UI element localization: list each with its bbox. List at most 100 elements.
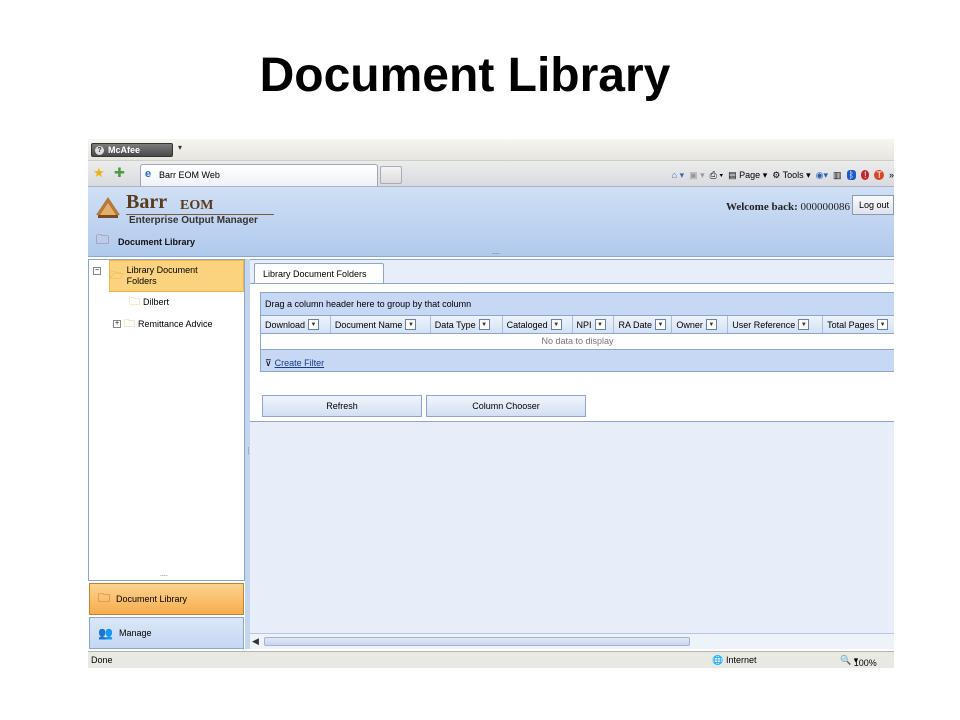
welcome-message: Welcome back: 000000086 (726, 201, 850, 213)
browser-tab[interactable]: e Barr EOM Web (140, 164, 378, 186)
column-chooser-button[interactable]: Column Chooser (426, 395, 586, 417)
welcome-prefix: Welcome back: (725, 201, 798, 213)
logo-subtitle: Enterprise Output Manager (129, 215, 258, 226)
page-menu-label: Page (739, 169, 761, 180)
tree-item-library-document-folders[interactable]: 🗁 Library Document Folders (109, 260, 244, 292)
nav-item-label: Document Library (116, 594, 188, 604)
home-icon[interactable]: ⌂ ▾ (672, 170, 684, 181)
column-header-ra-date[interactable]: RA Date ▼ (614, 316, 673, 333)
column-header-download[interactable]: Download ▼ (261, 316, 331, 333)
column-label: Document Name (334, 319, 403, 330)
folder-tree-panel: − 🗁 Library Document Folders 🗀 Dilbert +… (88, 259, 245, 581)
help-menu-icon[interactable]: ◉▾ (816, 170, 828, 181)
group-by-panel[interactable]: Drag a column header here to group by th… (261, 293, 894, 315)
filter-dropdown-icon[interactable]: ▼ (405, 319, 417, 330)
chevron-right-icon[interactable]: » (889, 170, 894, 180)
empty-grid-message: No data to display (541, 336, 614, 346)
tab-library-document-folders[interactable]: Library Document Folders (254, 263, 384, 283)
document-library-icon: 🗀 (96, 232, 110, 247)
page-menu[interactable]: ▤ Page ▾ (728, 170, 767, 181)
research-icon[interactable]: ▥ (833, 170, 842, 181)
users-icon: 👥 (98, 626, 113, 640)
column-label: Download (265, 319, 306, 330)
scrollbar-thumb[interactable] (264, 637, 690, 646)
column-header-owner[interactable]: Owner ▼ (672, 316, 729, 333)
column-label: Cataloged (506, 319, 548, 330)
expand-icon[interactable]: + (113, 320, 121, 328)
filter-dropdown-icon[interactable]: ▼ (550, 319, 562, 330)
status-text: Done (91, 655, 113, 665)
column-label: Data Type (434, 319, 476, 330)
nav-item-label: Manage (118, 628, 152, 638)
addon-toolbar: ? McAfee ▾ (88, 139, 894, 161)
new-tab-button[interactable] (380, 166, 402, 184)
tree-item-label: Dilbert (143, 297, 170, 307)
splitter-grip-bottom[interactable]: .... (160, 571, 168, 578)
column-header-cataloged[interactable]: Cataloged ▼ (503, 316, 573, 333)
mcafee-button[interactable]: ? McAfee (91, 143, 173, 157)
section-title: Document Library (118, 237, 196, 247)
tree-item-dilbert[interactable]: 🗀 Dilbert (129, 293, 169, 311)
nav-item-document-library[interactable]: 🗀 Document Library (89, 583, 244, 615)
column-label: NPI (576, 319, 592, 330)
addon-red-icon[interactable]: ! (860, 170, 870, 180)
security-zone-label: Internet (726, 655, 757, 665)
collapse-icon[interactable]: − (93, 267, 101, 275)
folder-icon: 🗀 (129, 295, 140, 308)
zoom-level: 100% (853, 658, 877, 668)
column-label: User Reference (732, 319, 796, 330)
main-panel: Library Document Folders Drag a column h… (250, 259, 894, 649)
tab-bar: ★ ✚ e Barr EOM Web ⌂ ▾ ▣ ▾ ⎙ ▾ ▤ Page ▾ … (88, 161, 894, 187)
refresh-button[interactable]: Refresh (262, 395, 422, 417)
filter-dropdown-icon[interactable]: ▼ (877, 319, 889, 330)
filter-dropdown-icon[interactable]: ▼ (705, 319, 717, 330)
filter-dropdown-icon[interactable]: ▼ (594, 319, 606, 330)
favorites-star-icon[interactable]: ★ (93, 165, 105, 181)
filter-dropdown-icon[interactable]: ▼ (478, 319, 490, 330)
tree-root-row[interactable]: − (93, 262, 101, 280)
tools-menu[interactable]: ⚙ Tools ▾ (772, 170, 810, 181)
filter-dropdown-icon[interactable]: ▼ (308, 319, 320, 330)
splitter-grip-top[interactable]: .... (492, 249, 500, 256)
document-library-icon: 🗀 (98, 590, 111, 605)
add-favorites-icon[interactable]: ✚ (114, 165, 125, 181)
horizontal-scrollbar[interactable]: ◀ (250, 633, 894, 649)
folder-open-icon: 🗁 (110, 269, 124, 282)
zoom-control[interactable]: 🔍 100% ▾ (840, 655, 877, 668)
tab-content: Drag a column header here to group by th… (250, 284, 894, 422)
tools-menu-label: Tools (782, 169, 804, 180)
feeds-icon[interactable]: ▣ ▾ (689, 170, 705, 181)
folder-icon: 🗀 (124, 317, 135, 330)
mcafee-label: McAfee (108, 145, 141, 155)
ie-logo-icon: e (145, 168, 152, 180)
column-header-data-type[interactable]: Data Type ▼ (431, 316, 503, 333)
column-label: Owner (676, 319, 703, 330)
create-filter-link[interactable]: Create Filter (275, 358, 325, 368)
column-label: Total Pages (827, 319, 875, 330)
command-bar: ⌂ ▾ ▣ ▾ ⎙ ▾ ▤ Page ▾ ⚙ Tools ▾ ◉▾ ▥ ᛒ ! … (672, 167, 894, 183)
chevron-down-icon[interactable]: ▾ (178, 143, 182, 152)
logo-barr-text: Barr (126, 191, 168, 213)
column-header-user-reference[interactable]: User Reference ▼ (728, 316, 824, 333)
logo-eom-text: EOM (180, 198, 214, 213)
help-icon: ? (95, 146, 104, 155)
scroll-left-icon[interactable]: ◀ (252, 636, 259, 647)
column-header-npi[interactable]: NPI ▼ (573, 316, 615, 333)
document-grid: Drag a column header here to group by th… (260, 292, 894, 372)
filter-dropdown-icon[interactable]: ▼ (798, 319, 810, 330)
welcome-user: 000000086 (800, 201, 851, 213)
tree-item-remittance-advice[interactable]: + 🗀 Remittance Advice (113, 315, 213, 333)
logout-button[interactable]: Log out (852, 195, 894, 215)
bluetooth-icon[interactable]: ᛒ (846, 170, 856, 180)
slide-title: Document Library (259, 49, 671, 102)
column-header-total-pages[interactable]: Total Pages ▼ (823, 316, 894, 333)
filter-dropdown-icon[interactable]: ▼ (654, 319, 666, 330)
nav-item-manage[interactable]: 👥 Manage (89, 617, 244, 649)
status-bar: Done 🌐 Internet 🔍 100% ▾ (88, 651, 894, 668)
column-header-document-name[interactable]: Document Name ▼ (331, 316, 431, 333)
print-icon[interactable]: ⎙ ▾ (710, 170, 723, 181)
app-header: Barr EOM Enterprise Output Manager Welco… (88, 187, 894, 257)
column-label: RA Date (618, 319, 652, 330)
addon-orange-icon[interactable]: T (874, 170, 884, 180)
barr-logo-icon (96, 197, 120, 218)
